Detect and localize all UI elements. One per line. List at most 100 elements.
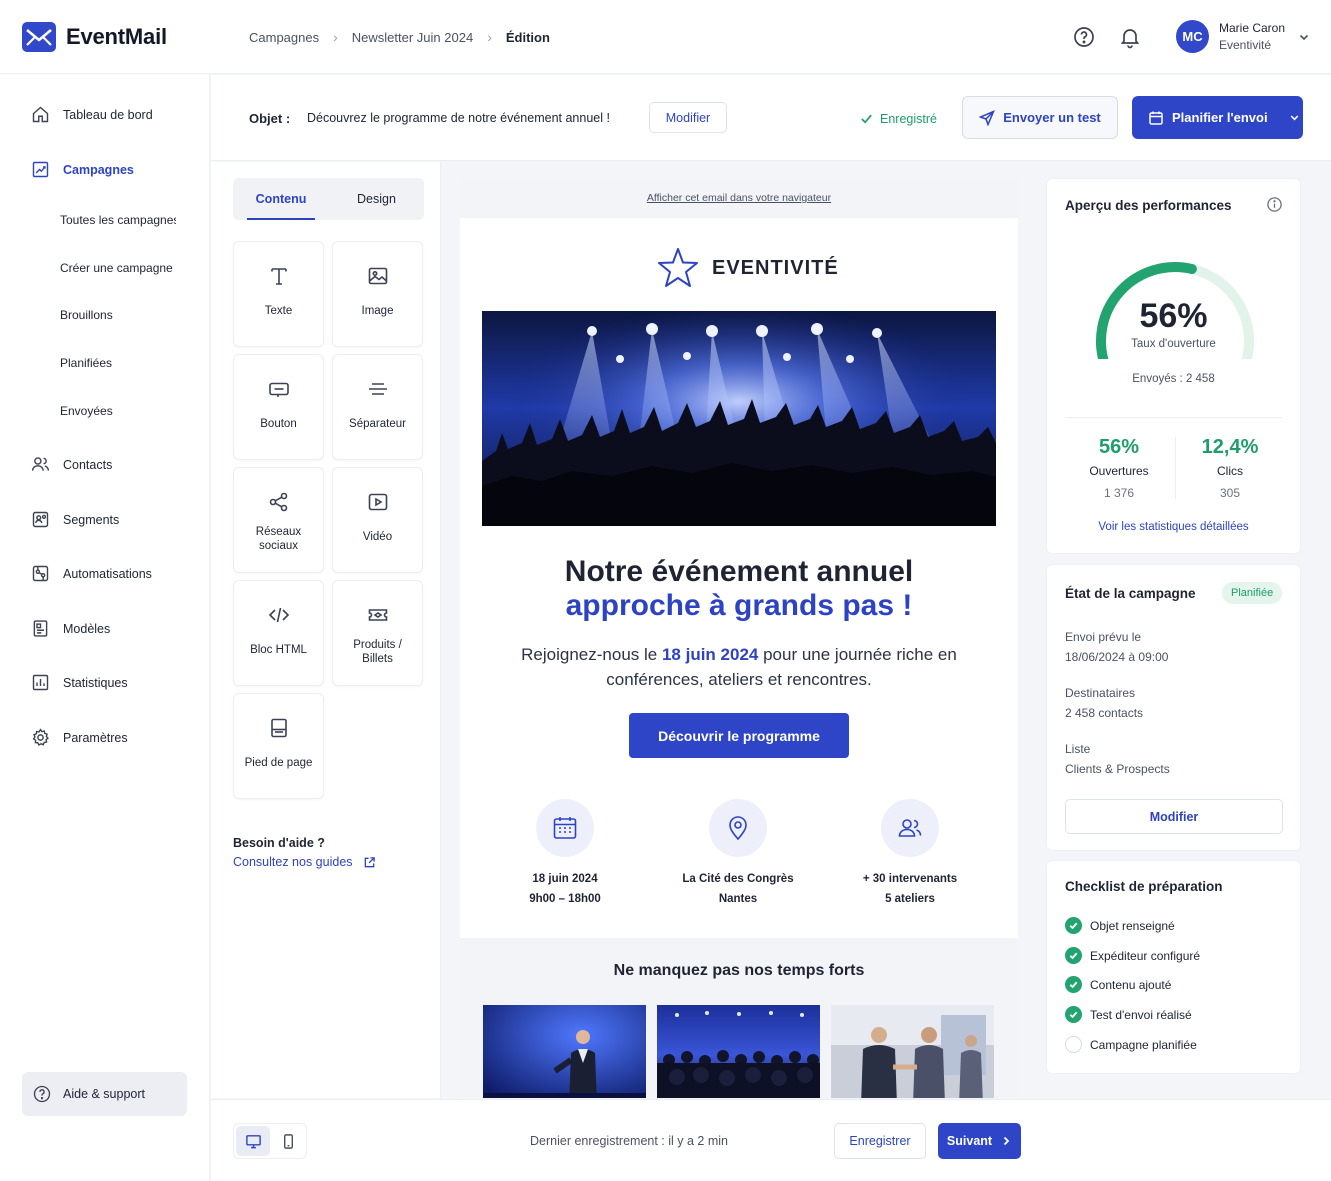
metric-label: Ouvertures: [1089, 464, 1149, 478]
help-title: Besoin d'aide ?: [233, 836, 325, 850]
sidebar-item-campaigns[interactable]: Campagnes: [30, 159, 134, 180]
send-icon: [979, 109, 996, 126]
block-text[interactable]: Texte: [233, 241, 324, 347]
highlights-title: Ne manquez pas nos temps forts: [613, 962, 865, 979]
star-logo-icon: [658, 248, 698, 287]
sidebar-item-label: Modèles: [63, 621, 111, 636]
sidebar-item-dashboard[interactable]: Tableau de bord: [30, 104, 153, 125]
status-title: État de la campagne: [1065, 586, 1196, 601]
list-label: Liste: [1065, 742, 1091, 756]
checklist-label: Test d'envoi réalisé: [1090, 1007, 1192, 1022]
saved-label: Enregistré: [880, 111, 937, 126]
check-icon: [1065, 1006, 1082, 1023]
block-label: Produits / Billets: [353, 639, 402, 665]
detailed-stats-link[interactable]: Voir les statistiques détaillées: [1047, 521, 1300, 533]
video-icon: [366, 490, 390, 514]
breadcrumb-campaigns[interactable]: Campagnes: [249, 30, 319, 45]
desktop-view-button[interactable]: [236, 1126, 270, 1156]
button-icon: [267, 377, 291, 401]
block-button[interactable]: Bouton: [233, 354, 324, 460]
email-lead-text: Rejoignez-nous le 18 juin 2024 pour une …: [520, 642, 958, 692]
automation-icon: [30, 563, 51, 584]
sidebar-item-contacts[interactable]: Contacts: [30, 454, 112, 475]
envelope-logo-icon: [22, 22, 56, 52]
sidebar-item-label: Statistiques: [63, 675, 128, 690]
footer-icon: [267, 716, 291, 740]
block-social[interactable]: Réseaux sociaux: [233, 467, 324, 573]
networking-handshake-image[interactable]: [831, 1005, 994, 1098]
bell-icon[interactable]: [1118, 25, 1142, 49]
feature-line1: + 30 intervenants: [862, 873, 958, 885]
open-rate-value: 56%: [1139, 297, 1208, 335]
calendar-icon: [536, 799, 594, 857]
edit-subject-button[interactable]: Modifier: [649, 102, 727, 133]
block-products[interactable]: Produits / Billets: [332, 580, 423, 686]
checklist-item: Contenu ajouté: [1065, 976, 1171, 993]
lead-date: 18 juin 2024: [661, 645, 759, 664]
checklist-label: Campagne planifiée: [1090, 1037, 1197, 1052]
help-support-button[interactable]: Aide & support: [22, 1072, 187, 1116]
help-circle-icon[interactable]: [1072, 25, 1096, 49]
block-video[interactable]: Vidéo: [332, 467, 423, 573]
recipients-label: Destinataires: [1065, 686, 1136, 700]
save-button[interactable]: Enregistrer: [834, 1123, 926, 1159]
conference-audience-image[interactable]: [657, 1005, 820, 1098]
block-label: Image: [361, 305, 394, 317]
gear-icon: [30, 727, 51, 748]
guides-link[interactable]: Consultez nos guides: [233, 855, 376, 869]
avatar: MC: [1176, 20, 1209, 53]
user-org: Eventivité: [1219, 38, 1272, 52]
feature-speakers: + 30 intervenants 5 ateliers: [835, 799, 985, 909]
next-button[interactable]: Suivant: [938, 1123, 1021, 1159]
chevron-down-icon: [1290, 115, 1298, 121]
sidebar-item-label: Tableau de bord: [63, 107, 153, 122]
calendar-icon: [1149, 111, 1163, 125]
performance-title: Aperçu des performances: [1065, 198, 1232, 213]
sidebar-subitem-scheduled[interactable]: Planifiées: [60, 356, 176, 370]
subject-bar: Objet : Découvrez le programme de notre …: [211, 75, 1331, 161]
feature-date: 18 juin 2024 9h00 – 18h00: [490, 799, 640, 909]
discover-program-button[interactable]: Découvrir le programme: [629, 713, 849, 758]
sidebar-subitem-all[interactable]: Toutes les campagnes: [60, 213, 176, 227]
send-test-button[interactable]: Envoyer un test: [962, 96, 1118, 139]
sidebar-item-segments[interactable]: Segments: [30, 509, 119, 530]
edit-status-button[interactable]: Modifier: [1065, 799, 1283, 834]
block-footer[interactable]: Pied de page: [233, 693, 324, 799]
sidebar-item-automations[interactable]: Automatisations: [30, 563, 152, 584]
user-name: Marie Caron: [1219, 21, 1286, 35]
check-icon: [1065, 976, 1082, 993]
tab-content[interactable]: Contenu: [233, 178, 329, 220]
block-separator[interactable]: Séparateur: [332, 354, 423, 460]
sidebar-subitem-create[interactable]: Créer une campagne: [60, 261, 176, 275]
block-label: Pied de page: [244, 757, 313, 769]
chevron-right-icon: ›: [487, 29, 492, 45]
sidebar-subitem-drafts[interactable]: Brouillons: [60, 308, 176, 322]
tab-design[interactable]: Design: [329, 178, 424, 220]
ticket-icon: [366, 603, 390, 627]
bottom-bar: Dernier enregistrement : il y a 2 min En…: [211, 1099, 1331, 1181]
breadcrumb-newsletter[interactable]: Newsletter Juin 2024: [352, 30, 473, 45]
blocks-panel: Contenu Design Texte Image Bouton Sépara…: [211, 162, 441, 1098]
sidebar-item-stats[interactable]: Statistiques: [30, 672, 128, 693]
hero-concert-image[interactable]: [482, 311, 996, 526]
sidebar-item-settings[interactable]: Paramètres: [30, 727, 128, 748]
sidebar-subitem-sent[interactable]: Envoyées: [60, 404, 176, 418]
metric-label: Clics: [1217, 464, 1243, 478]
block-label: Vidéo: [362, 531, 393, 543]
schedule-send-button[interactable]: Planifier l'envoi: [1132, 96, 1303, 139]
user-menu[interactable]: MC Marie Caron Eventivité: [1176, 20, 1311, 53]
next-label: Suivant: [946, 1134, 993, 1148]
block-html[interactable]: Bloc HTML: [233, 580, 324, 686]
email-brand[interactable]: EVENTIVITÉ: [656, 246, 839, 290]
info-icon[interactable]: [1266, 196, 1283, 213]
checklist-item: Test d'envoi réalisé: [1065, 1006, 1192, 1023]
app-logo[interactable]: EventMail: [22, 22, 167, 52]
block-image[interactable]: Image: [332, 241, 423, 347]
code-icon: [267, 603, 291, 627]
mobile-view-button[interactable]: [271, 1126, 305, 1156]
email-title-line2: approche à grands pas !: [565, 589, 913, 622]
feature-line2: Nantes: [718, 893, 758, 905]
speaker-on-stage-image[interactable]: [483, 1005, 646, 1098]
view-in-browser-link[interactable]: Afficher cet email dans votre navigateur: [460, 192, 1018, 204]
sidebar-item-templates[interactable]: Modèles: [30, 618, 110, 639]
